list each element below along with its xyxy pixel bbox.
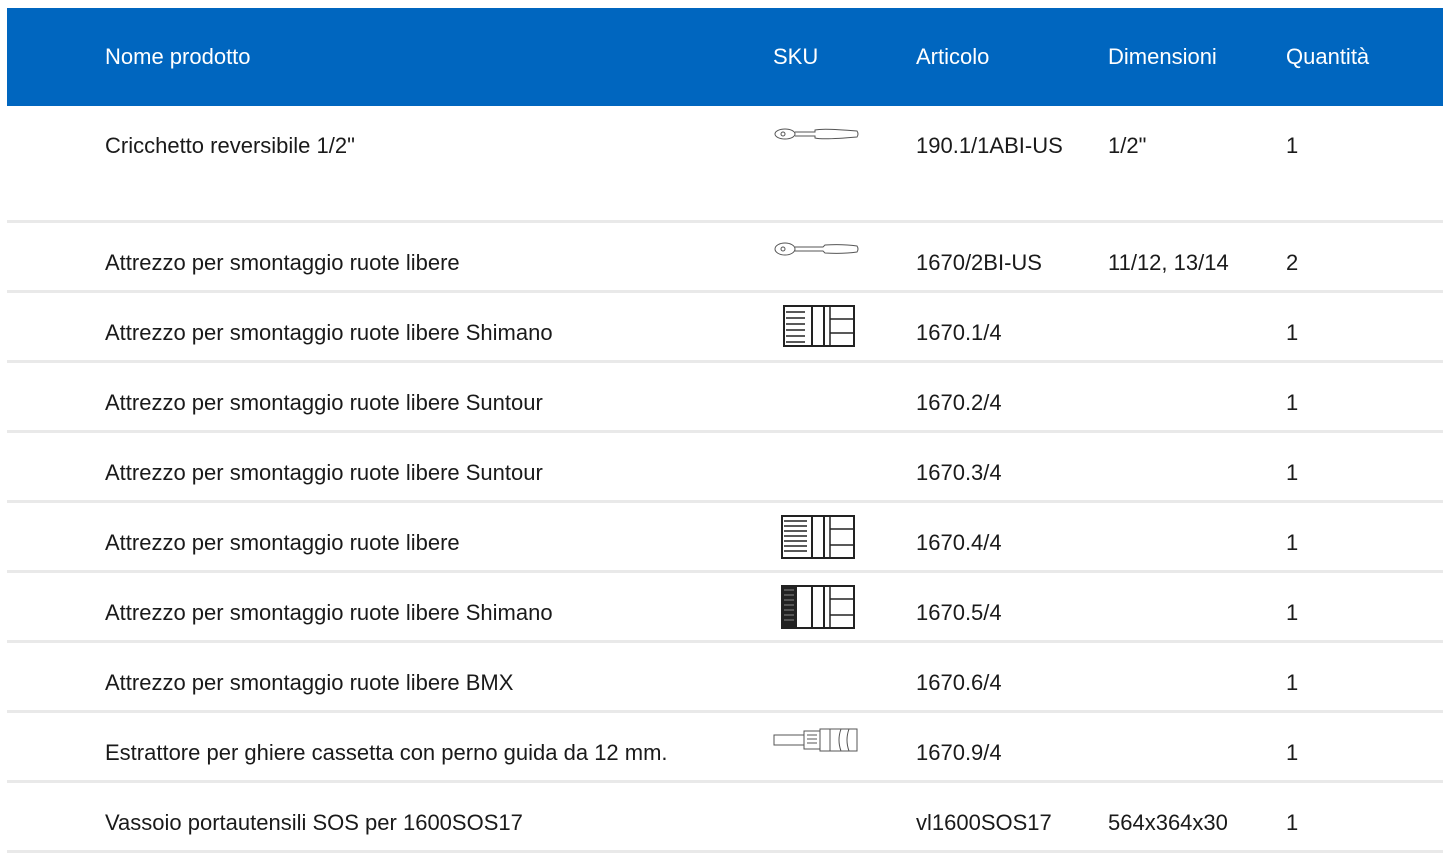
table-row: Attrezzo per smontaggio ruote libere BMX…	[7, 641, 1443, 711]
sku-cell	[773, 501, 916, 571]
sku-cell	[773, 571, 916, 641]
quantity-value: 1	[1286, 459, 1299, 485]
table-row: Attrezzo per smontaggio ruote libere Shi…	[7, 291, 1443, 361]
quantity-value: 1	[1286, 389, 1299, 415]
article-code: 1670.1/4	[916, 319, 1002, 345]
quantity-value: 1	[1286, 319, 1299, 345]
product-name: Vassoio portautensili SOS per 1600SOS17	[105, 809, 523, 835]
header-quantity[interactable]: Quantità	[1286, 8, 1443, 106]
dimensions-value: 1/2"	[1108, 133, 1147, 158]
sku-cell	[773, 291, 916, 361]
article-code: 1670.3/4	[916, 459, 1002, 485]
product-table: Nome prodotto SKU Articolo Dimensioni Qu…	[7, 8, 1443, 853]
product-name: Attrezzo per smontaggio ruote libere Shi…	[105, 319, 553, 345]
table-row: Estrattore per ghiere cassetta con perno…	[7, 711, 1443, 781]
article-code: 1670.5/4	[916, 599, 1002, 625]
sku-cell	[773, 641, 916, 711]
table-row: Attrezzo per smontaggio ruote libere 167…	[7, 221, 1443, 291]
sku-cell	[773, 221, 916, 291]
header-dimensions[interactable]: Dimensioni	[1108, 8, 1286, 106]
product-name: Attrezzo per smontaggio ruote libere	[105, 249, 460, 275]
dimensions-value	[1108, 571, 1286, 641]
product-name: Cricchetto reversibile 1/2"	[105, 133, 355, 158]
table-header: Nome prodotto SKU Articolo Dimensioni Qu…	[7, 8, 1443, 106]
table-body: Cricchetto reversibile 1/2" 190.1/1ABI-U…	[7, 106, 1443, 851]
sku-cell	[773, 361, 916, 431]
splined-socket-dark-icon	[781, 584, 855, 629]
sku-cell	[773, 711, 916, 781]
dimensions-value	[1108, 291, 1286, 361]
splined-socket-icon	[783, 304, 855, 347]
quantity-value: 1	[1286, 599, 1299, 625]
dimensions-value	[1108, 431, 1286, 501]
sku-cell	[773, 431, 916, 501]
table-row: Cricchetto reversibile 1/2" 190.1/1ABI-U…	[7, 106, 1443, 221]
header-sku[interactable]: SKU	[773, 8, 916, 106]
table-row: Attrezzo per smontaggio ruote libere Shi…	[7, 571, 1443, 641]
article-code: 1670/2BI-US	[916, 249, 1042, 275]
splined-socket-icon	[781, 514, 855, 559]
article-code: 1670.6/4	[916, 669, 1002, 695]
product-name: Attrezzo per smontaggio ruote libere Sun…	[105, 459, 543, 485]
header-name[interactable]: Nome prodotto	[105, 8, 773, 106]
dimensions-value: 564x364x30	[1108, 809, 1228, 835]
article-code: 1670.4/4	[916, 529, 1002, 555]
article-code: 1670.9/4	[916, 739, 1002, 765]
article-code: 190.1/1ABI-US	[916, 133, 1063, 158]
article-code: vl1600SOS17	[916, 809, 1052, 835]
quantity-value: 1	[1286, 529, 1299, 555]
table-row: Attrezzo per smontaggio ruote libere 167…	[7, 501, 1443, 571]
quantity-value: 2	[1286, 249, 1299, 275]
product-table-container: Nome prodotto SKU Articolo Dimensioni Qu…	[7, 8, 1443, 853]
quantity-value: 1	[1286, 669, 1299, 695]
product-name: Estrattore per ghiere cassetta con perno…	[105, 739, 668, 765]
quantity-value: 1	[1286, 133, 1299, 158]
product-name: Attrezzo per smontaggio ruote libere	[105, 529, 460, 555]
ratchet-icon	[774, 128, 859, 140]
table-row: Vassoio portautensili SOS per 1600SOS17 …	[7, 781, 1443, 851]
cassette-extractor-icon	[773, 728, 858, 751]
product-name: Attrezzo per smontaggio ruote libere BMX	[105, 669, 514, 695]
sku-cell	[773, 781, 916, 851]
quantity-value: 1	[1286, 809, 1299, 835]
dimensions-value	[1108, 641, 1286, 711]
dimensions-value	[1108, 711, 1286, 781]
article-code: 1670.2/4	[916, 389, 1002, 415]
product-name: Attrezzo per smontaggio ruote libere Sun…	[105, 389, 543, 415]
table-row: Attrezzo per smontaggio ruote libere Sun…	[7, 361, 1443, 431]
product-name: Attrezzo per smontaggio ruote libere Shi…	[105, 599, 553, 625]
dimensions-value	[1108, 361, 1286, 431]
dimensions-value	[1108, 501, 1286, 571]
table-row: Attrezzo per smontaggio ruote libere Sun…	[7, 431, 1443, 501]
quantity-value: 1	[1286, 739, 1299, 765]
sku-cell	[773, 106, 916, 221]
header-article[interactable]: Articolo	[916, 8, 1108, 106]
dimensions-value: 11/12, 13/14	[1108, 249, 1229, 275]
header-row: Nome prodotto SKU Articolo Dimensioni Qu…	[7, 8, 1443, 106]
ratchet-small-icon	[774, 242, 859, 255]
